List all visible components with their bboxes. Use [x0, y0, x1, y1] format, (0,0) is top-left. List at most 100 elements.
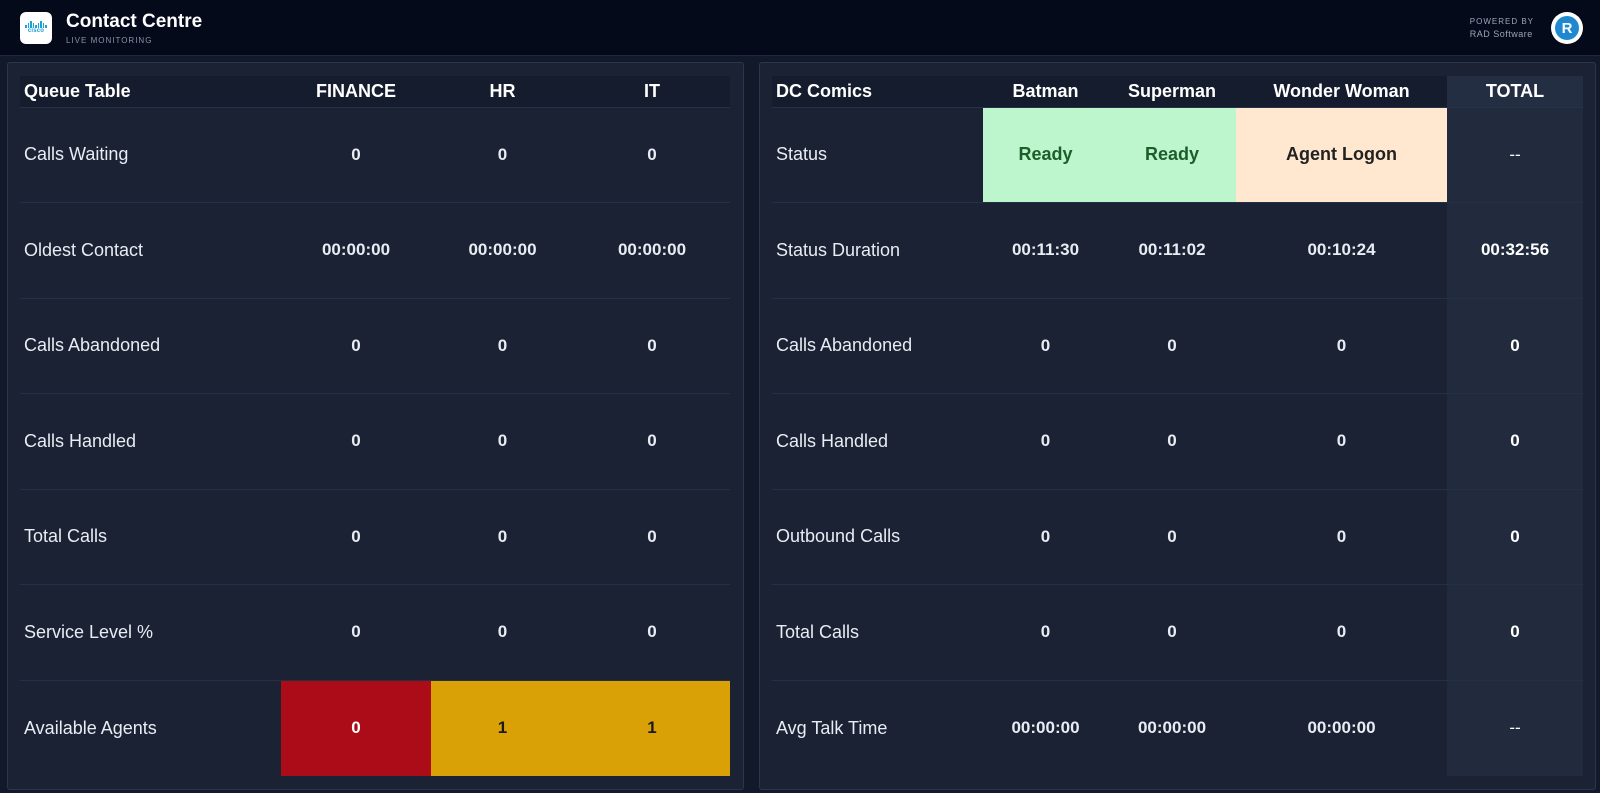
app-title: Contact Centre — [66, 11, 203, 32]
table-row: Calls Abandoned 0 0 0 0 — [772, 298, 1583, 394]
table-row: Total Calls 0 0 0 — [20, 489, 730, 585]
table-row: Oldest Contact 00:00:00 00:00:00 00:00:0… — [20, 202, 730, 299]
total-cell: -- — [1447, 680, 1583, 776]
cell-value: 0 — [281, 584, 431, 681]
row-label: Status — [772, 107, 983, 203]
cell-value: 0 — [431, 298, 574, 394]
cell-value: 0 — [431, 393, 574, 490]
top-bar: cisco Contact Centre LIVE MONITORING POW… — [0, 0, 1600, 56]
agent-table-title: DC Comics — [772, 76, 983, 108]
cell-value: 00:11:30 — [983, 202, 1108, 299]
table-row: Total Calls 0 0 0 0 — [772, 584, 1583, 681]
cell-value: 0 — [1108, 584, 1236, 681]
cell-value: 0 — [431, 584, 574, 681]
row-label: Calls Waiting — [20, 107, 281, 203]
cell-value: 00:00:00 — [1307, 718, 1376, 737]
agent-panel: DC Comics Batman Superman Wonder Woman T… — [759, 62, 1596, 790]
queue-col-it: IT — [574, 76, 730, 108]
cell-value: 00:11:02 — [1108, 202, 1236, 299]
cell-value: 0 — [1108, 298, 1236, 394]
row-label: Total Calls — [772, 584, 983, 681]
table-row: Calls Abandoned 0 0 0 — [20, 298, 730, 394]
powered-by-vendor: RAD Software — [1469, 29, 1533, 39]
cell-value: 0 — [431, 107, 574, 203]
total-cell: 0 — [1447, 489, 1583, 585]
cell-value: 0 — [574, 298, 730, 394]
table-row: Service Level % 0 0 0 — [20, 584, 730, 681]
table-row: Calls Waiting 0 0 0 — [20, 107, 730, 203]
row-label: Calls Abandoned — [772, 298, 983, 394]
cell-value: 0 — [574, 107, 730, 203]
cell-value: 0 — [574, 393, 730, 490]
cell-value: 00:00:00 — [574, 202, 730, 299]
cell-value: 0 — [1236, 393, 1447, 490]
cell-value: 00:00:00 — [1137, 718, 1207, 737]
total-cell: 0 — [1447, 584, 1583, 681]
cisco-logo: cisco — [20, 12, 52, 44]
cell-value: 00:00:00 — [281, 202, 431, 299]
queue-table: Queue Table FINANCE HR IT Calls Waiting … — [20, 76, 730, 776]
cell-value: 0 — [1236, 298, 1447, 394]
cell-value: 0 — [281, 298, 431, 394]
agent-col-wonder-woman: Wonder Woman — [1236, 76, 1447, 108]
cell-value: 0 — [983, 393, 1108, 490]
row-label: Calls Abandoned — [20, 298, 281, 394]
cell-value: 0 — [1108, 489, 1236, 585]
total-cell: 00:32:56 — [1447, 202, 1583, 299]
agent-header-row: DC Comics Batman Superman Wonder Woman T… — [772, 76, 1583, 108]
row-label: Available Agents — [24, 717, 157, 738]
total-cell: -- — [1447, 107, 1583, 203]
agent-col-superman: Superman — [1108, 76, 1236, 108]
row-label: Total Calls — [20, 489, 281, 585]
queue-col-finance: FINANCE — [281, 76, 431, 108]
cell-value: 0 — [281, 393, 431, 490]
status-badge: Agent Logon — [1236, 107, 1447, 203]
total-cell: 0 — [1447, 393, 1583, 490]
cell-value: 0 — [431, 489, 574, 585]
cell-value: 00:00:00 — [431, 202, 574, 299]
cell-value: 0 — [281, 489, 431, 585]
queue-table-title: Queue Table — [20, 76, 281, 108]
table-row: Avg Talk Time 00:00:00 00:00:00 00:00:00… — [772, 680, 1583, 776]
agent-col-total: TOTAL — [1447, 76, 1583, 108]
status-badge: Ready — [1108, 107, 1236, 203]
rad-logo: R — [1551, 12, 1583, 44]
app-subtitle: LIVE MONITORING — [66, 36, 153, 45]
table-row: Outbound Calls 0 0 0 0 — [772, 489, 1583, 585]
cell-value: 0 — [574, 584, 730, 681]
table-row: Calls Handled 0 0 0 — [20, 393, 730, 490]
agent-table: DC Comics Batman Superman Wonder Woman T… — [772, 76, 1583, 776]
powered-by: POWERED BY RAD Software — [1470, 16, 1534, 40]
row-label: Oldest Contact — [20, 202, 281, 299]
row-label: Status Duration — [772, 202, 983, 299]
queue-panel: Queue Table FINANCE HR IT Calls Waiting … — [7, 62, 744, 790]
table-row: Status Ready Ready Agent Logon -- — [772, 107, 1583, 203]
row-label: Outbound Calls — [772, 489, 983, 585]
cell-value: 00:10:24 — [1236, 202, 1447, 299]
cell-value: 0 — [281, 107, 431, 203]
cell-value: 0 — [983, 489, 1108, 585]
cell-value: 0 — [1108, 393, 1236, 490]
cell-value: 0 — [983, 584, 1108, 681]
cell-value: 0 — [1236, 489, 1447, 585]
row-label: Calls Handled — [772, 393, 983, 490]
cell-value: 0 — [983, 298, 1108, 394]
cell-value: 0 — [574, 489, 730, 585]
row-label: Service Level % — [20, 584, 281, 681]
table-row: Calls Handled 0 0 0 0 — [772, 393, 1583, 490]
queue-header-row: Queue Table FINANCE HR IT — [20, 76, 730, 108]
queue-col-hr: HR — [431, 76, 574, 108]
available-agents-alert-cell: 0 — [281, 680, 431, 776]
cell-value: 0 — [1236, 584, 1447, 681]
agent-col-batman: Batman — [983, 76, 1108, 108]
table-row: Available Agents 0 1 1 — [20, 680, 730, 776]
available-agents-warning-cell: 1 — [574, 680, 730, 776]
total-cell: 0 — [1447, 298, 1583, 394]
table-row: Status Duration 00:11:30 00:11:02 00:10:… — [772, 202, 1583, 299]
row-label: Avg Talk Time — [776, 717, 888, 738]
status-badge: Ready — [983, 107, 1108, 203]
powered-by-label: POWERED BY — [1469, 17, 1534, 26]
cell-value: 00:00:00 — [1011, 718, 1080, 737]
row-label: Calls Handled — [20, 393, 281, 490]
available-agents-warning-cell: 1 — [431, 680, 574, 776]
